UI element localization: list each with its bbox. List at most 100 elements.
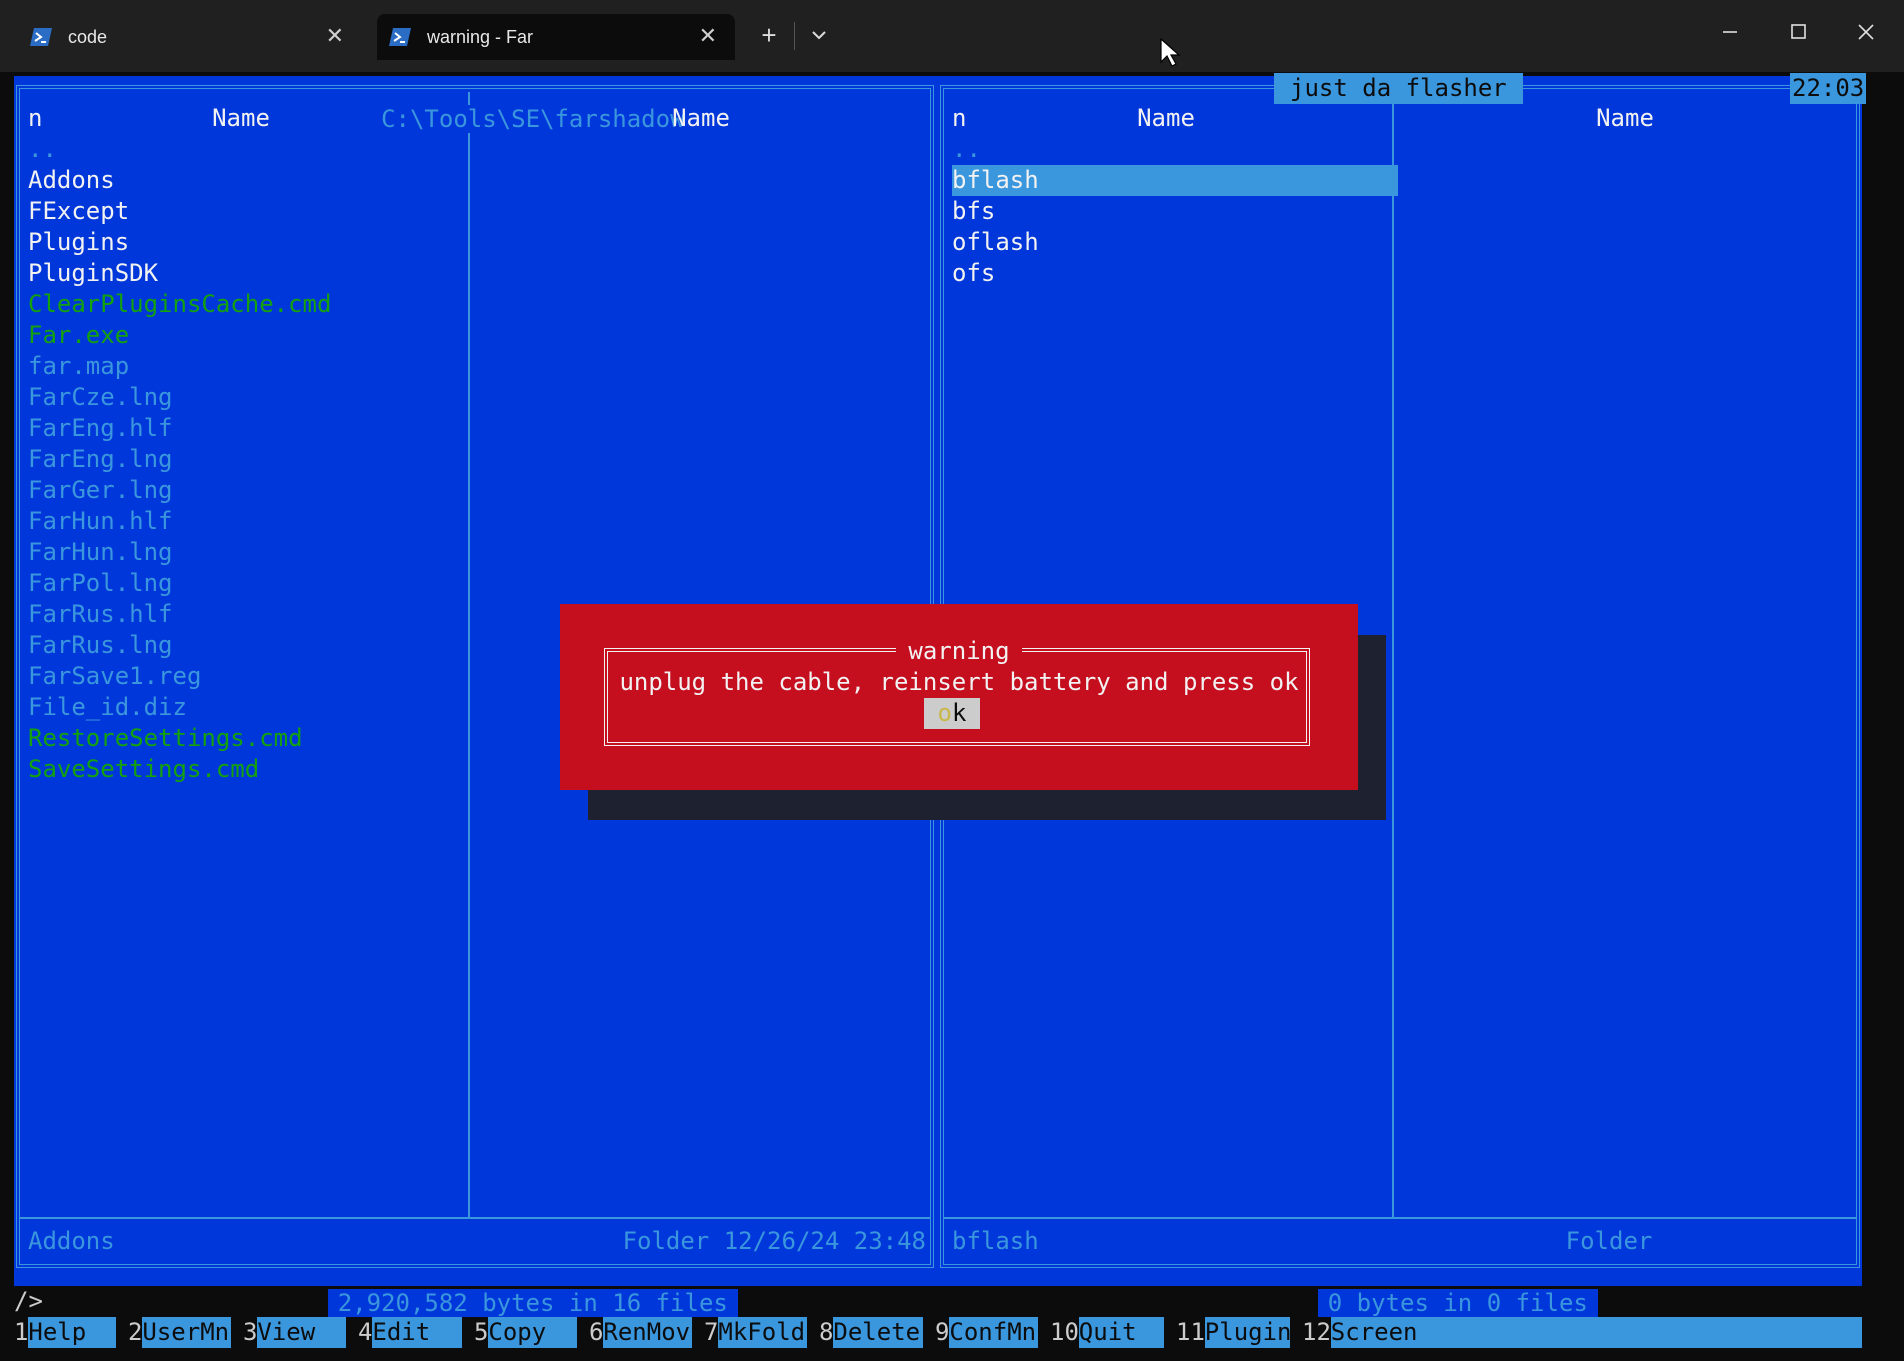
file-row[interactable]: FarEng.lng [28,444,468,475]
fkey-number: 5 [474,1318,489,1346]
fkey-screen[interactable]: 12 Screen [1302,1317,1862,1348]
fkey-number: 8 [819,1318,834,1346]
ok-button[interactable]: ok [924,698,980,729]
fkey-number: 3 [243,1318,258,1346]
file-row[interactable]: far.map [28,351,468,382]
close-tab-icon[interactable]: ✕ [699,25,717,47]
fkey-view[interactable]: 3 View [243,1317,358,1348]
file-row[interactable]: ClearPluginsCache.cmd [28,289,468,320]
file-row[interactable]: FExcept [28,196,468,227]
column-header-name: Name [1137,104,1195,132]
file-row[interactable]: .. [952,134,1398,165]
file-row[interactable]: FarPol.lng [28,568,468,599]
file-row[interactable]: FarHun.lng [28,537,468,568]
file-row[interactable]: Far.exe [28,320,468,351]
file-row[interactable]: FarHun.hlf [28,506,468,537]
dialog-message: unplug the cable, reinsert battery and p… [619,668,1299,696]
fkey-number: 11 [1176,1318,1205,1346]
fkey-label: MkFold [718,1317,807,1348]
status-divider [20,1217,930,1219]
fkey-copy[interactable]: 5 Copy [474,1317,589,1348]
file-row[interactable]: FarEng.hlf [28,413,468,444]
fkey-label: Plugin [1204,1317,1292,1348]
column-divider [468,92,470,1217]
tab-code[interactable]: code ✕ [18,14,362,60]
file-row[interactable]: FarRus.lng [28,630,468,661]
fkey-plugin[interactable]: 11 Plugin [1176,1317,1302,1348]
powershell-icon [30,28,52,46]
fkey-label: RenMov [603,1317,692,1348]
fkey-label: ConfMn [949,1317,1038,1348]
tab-warning-far[interactable]: warning - Far ✕ [377,14,735,60]
fkey-confmn[interactable]: 9 ConfMn [935,1317,1050,1348]
file-row[interactable]: ofs [952,258,1398,289]
fkey-label: View [257,1317,346,1348]
warning-dialog: warning unplug the cable, reinsert batte… [560,604,1358,790]
fkey-label: Help [28,1317,116,1348]
terminal: C:\Tools\SE\farshadow n Name Name .. Addo… [0,72,1904,1361]
file-row[interactable]: PluginSDK [28,258,468,289]
far-manager: C:\Tools\SE\farshadow n Name Name .. Addo… [14,73,1867,1317]
divider [794,22,795,50]
right-file-list[interactable]: .. bflash bfs oflash ofs [952,134,1398,289]
command-line[interactable]: /> [14,1286,43,1317]
fkey-edit[interactable]: 4 Edit [358,1317,474,1348]
close-tab-icon[interactable]: ✕ [326,25,344,47]
column-header-name: Name [212,104,270,132]
close-icon[interactable] [1846,14,1886,50]
fkey-label: Edit [372,1317,462,1348]
fkey-label: Delete [833,1317,923,1348]
fkey-label: Screen [1330,1317,1862,1348]
fkey-label: Quit [1078,1317,1164,1348]
fkey-mkfold[interactable]: 7 MkFold [704,1317,819,1348]
tab-label: warning - Far [427,27,534,47]
file-row[interactable]: FarGer.lng [28,475,468,506]
file-row[interactable]: File_id.diz [28,692,468,723]
fkey-label: Copy [488,1317,577,1348]
status-divider [944,1217,1856,1219]
right-panel-title: just da flasher [1274,73,1523,104]
column-header-name: Name [1596,104,1654,132]
minimize-icon[interactable] [1710,14,1750,50]
fkey-delete[interactable]: 8 Delete [819,1317,935,1348]
file-row[interactable]: oflash [952,227,1398,258]
file-row[interactable]: SaveSettings.cmd [28,754,468,785]
tab-label: code [68,27,108,47]
file-row[interactable]: FarCze.lng [28,382,468,413]
file-row[interactable]: .. [28,134,468,165]
file-row[interactable]: RestoreSettings.cmd [28,723,468,754]
file-row[interactable]: FarRus.hlf [28,599,468,630]
file-row[interactable]: Plugins [28,227,468,258]
left-panel-summary: 2,920,582 bytes in 16 files [327,1289,738,1317]
powershell-icon [389,28,411,46]
mouse-cursor-icon [1160,38,1181,67]
fkey-usermn[interactable]: 2 UserMn [128,1317,243,1348]
file-row[interactable]: Addons [28,165,468,196]
fkey-number: 4 [358,1318,373,1346]
fkey-label: UserMn [142,1317,231,1348]
file-row[interactable]: FarSave1.reg [28,661,468,692]
left-status-info: Folder 12/26/24 23:48 [622,1227,926,1255]
maximize-icon[interactable] [1778,14,1818,50]
right-panel-summary: 0 bytes in 0 files [1317,1289,1598,1317]
fkey-help[interactable]: 1 Help [14,1317,128,1348]
plus-icon[interactable]: + [754,20,784,50]
column-header-name: Name [672,104,730,132]
right-status-info: Folder [1565,1227,1653,1255]
chevron-down-icon[interactable] [804,20,834,50]
file-row[interactable]: bflash [952,165,1398,196]
file-row[interactable]: bfs [952,196,1398,227]
fkey-number: 10 [1050,1318,1079,1346]
fkey-number: 9 [935,1318,950,1346]
function-key-bar: 1 Help 2 UserMn 3 View 4 Edit 5 Copy 6 RenMov 7 MkFol… [14,1317,1862,1348]
ok-button-label: k [952,699,967,727]
left-file-list[interactable]: .. Addons FExcept Plugins PluginSDK ClearPlug… [28,134,468,785]
right-status-name: bflash [952,1227,1039,1255]
fkey-number: 2 [128,1318,143,1346]
fkey-number: 1 [14,1318,29,1346]
clock: 22:03 [1790,73,1867,104]
fkey-quit[interactable]: 10 Quit [1050,1317,1176,1348]
fkey-renmov[interactable]: 6 RenMov [589,1317,704,1348]
ok-button-hotkey: o [937,699,952,727]
fkey-number: 6 [589,1318,604,1346]
